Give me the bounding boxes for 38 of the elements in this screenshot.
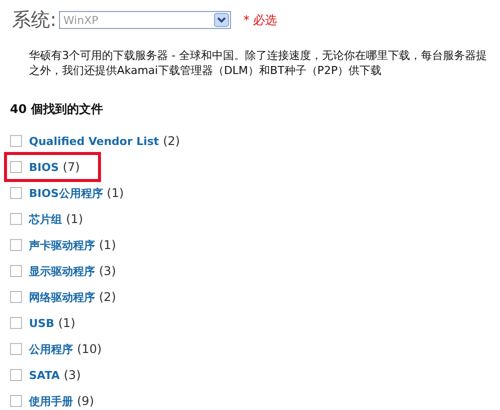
category-link[interactable]: 声卡驱动程序 — [29, 238, 95, 252]
file-count: (3) — [64, 368, 81, 382]
checkbox[interactable] — [10, 265, 22, 277]
description-line: 之外，我们还提供Akamai下载管理器（DLM）和BT种子（P2P）供下载 — [29, 63, 382, 78]
file-count: (10) — [77, 342, 102, 356]
file-count: (7) — [62, 160, 80, 174]
description-line: 华硕有3个可用的下载服务器 - 全球和中国。除了连接速度，无论你在哪里下载，每台服务器提 — [29, 48, 487, 63]
category-link[interactable]: 芯片组 — [29, 212, 62, 226]
checkbox[interactable] — [10, 369, 22, 381]
checkbox[interactable] — [10, 343, 22, 355]
checkbox[interactable] — [10, 239, 22, 251]
category-link[interactable]: SATA — [29, 368, 60, 382]
category-link[interactable]: BIOS — [29, 160, 59, 174]
checkbox[interactable] — [10, 317, 22, 329]
file-count: (1) — [106, 186, 124, 200]
category-link[interactable]: Qualified Vendor List — [29, 134, 159, 148]
checkbox[interactable] — [10, 135, 22, 147]
file-count: (1) — [58, 316, 76, 330]
required-note: * 必选 — [243, 12, 278, 28]
category-link[interactable]: 公用程序 — [29, 342, 73, 356]
results-heading: 40 個找到的文件 — [10, 101, 104, 118]
category-link[interactable]: 网络驱动程序 — [29, 290, 95, 304]
file-count: (2) — [99, 290, 116, 304]
file-count: (3) — [99, 264, 116, 278]
category-link[interactable]: 使用手册 — [29, 394, 73, 408]
checkbox[interactable] — [10, 213, 22, 225]
checkbox[interactable] — [10, 395, 22, 407]
file-count: (2) — [162, 134, 180, 148]
category-link[interactable]: USB — [29, 316, 54, 330]
file-count: (1) — [66, 212, 83, 226]
file-count: (9) — [77, 394, 94, 408]
checkbox[interactable] — [10, 161, 22, 173]
category-link[interactable]: 显示驱动程序 — [29, 264, 95, 278]
checkbox[interactable] — [10, 291, 22, 303]
file-count: (1) — [99, 238, 116, 252]
checkbox[interactable] — [10, 187, 22, 199]
category-link[interactable]: BIOS公用程序 — [29, 186, 103, 200]
field-label: 系统: — [12, 8, 56, 33]
